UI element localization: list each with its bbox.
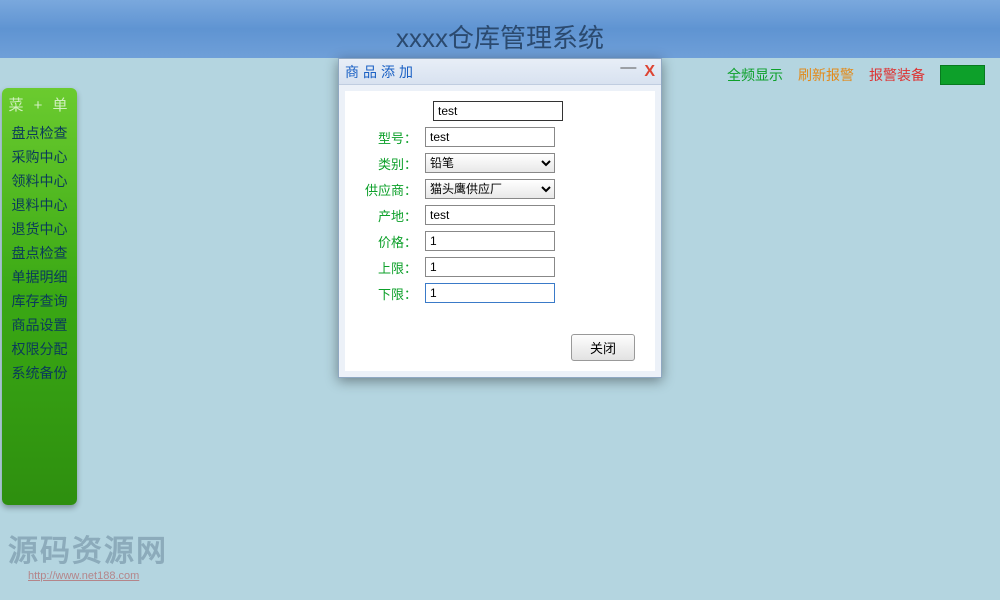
- price-input[interactable]: [425, 231, 555, 251]
- app-title: xxxx仓库管理系统: [396, 18, 604, 55]
- fullscreen-link[interactable]: 全频显示: [727, 65, 783, 85]
- price-label: 价格：: [365, 232, 425, 251]
- category-label: 类别：: [365, 154, 425, 173]
- alarm-equipment-link[interactable]: 报警装备: [869, 65, 925, 85]
- sidebar-item[interactable]: 盘点检查: [2, 121, 77, 145]
- sidebar-item[interactable]: 领料中心: [2, 169, 77, 193]
- name-input[interactable]: [433, 101, 563, 121]
- origin-label: 产地：: [365, 206, 425, 225]
- minimize-icon[interactable]: —: [620, 63, 636, 81]
- status-indicator: [940, 65, 985, 85]
- dialog-titlebar[interactable]: 商品添加 — X: [339, 59, 661, 85]
- sidebar-item[interactable]: 退料中心: [2, 193, 77, 217]
- category-select[interactable]: 铅笔: [425, 153, 555, 173]
- app-header: xxxx仓库管理系统: [0, 0, 1000, 58]
- watermark-title: 源码资源网: [8, 526, 168, 570]
- upper-limit-input[interactable]: [425, 257, 555, 277]
- sidebar-item[interactable]: 库存查询: [2, 289, 77, 313]
- model-label: 型号：: [365, 128, 425, 147]
- model-input[interactable]: [425, 127, 555, 147]
- add-product-dialog: 商品添加 — X 型号： 类别： 铅笔 供应商： 猫头鹰供应厂 产地：: [338, 58, 662, 378]
- upper-label: 上限：: [365, 258, 425, 277]
- sidebar-item[interactable]: 盘点检查: [2, 241, 77, 265]
- top-toolbar: 全频显示 刷新报警 报警装备: [727, 65, 985, 85]
- refresh-alarm-link[interactable]: 刷新报警: [798, 65, 854, 85]
- watermark-url: http://www.net188.com: [28, 570, 168, 582]
- sidebar-menu: 菜 + 单 盘点检查 采购中心 领料中心 退料中心 退货中心 盘点检查 单据明细…: [2, 88, 77, 505]
- sidebar-item[interactable]: 采购中心: [2, 145, 77, 169]
- supplier-label: 供应商：: [365, 180, 425, 199]
- close-dialog-button[interactable]: 关闭: [571, 334, 635, 361]
- sidebar-item[interactable]: 权限分配: [2, 337, 77, 361]
- dialog-body: 型号： 类别： 铅笔 供应商： 猫头鹰供应厂 产地： 价格： 上限：: [345, 91, 655, 371]
- supplier-select[interactable]: 猫头鹰供应厂: [425, 179, 555, 199]
- dialog-title: 商品添加: [345, 62, 620, 82]
- sidebar-item[interactable]: 单据明细: [2, 265, 77, 289]
- lower-limit-input[interactable]: [425, 283, 555, 303]
- close-icon[interactable]: X: [644, 63, 655, 81]
- sidebar-item[interactable]: 系统备份: [2, 361, 77, 385]
- watermark: 源码资源网 http://www.net188.com: [8, 526, 168, 582]
- sidebar-item[interactable]: 商品设置: [2, 313, 77, 337]
- sidebar-header: 菜 + 单: [2, 88, 77, 121]
- lower-label: 下限：: [365, 284, 425, 303]
- sidebar-item[interactable]: 退货中心: [2, 217, 77, 241]
- origin-input[interactable]: [425, 205, 555, 225]
